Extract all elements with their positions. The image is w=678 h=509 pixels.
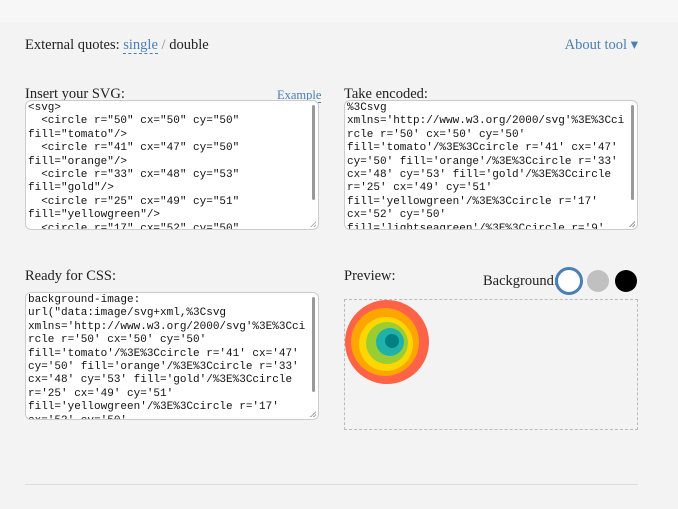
- background-swatch-gray[interactable]: [587, 270, 609, 292]
- quotes-double-option[interactable]: double: [169, 37, 208, 53]
- external-quotes-toggle: External quotes: single / double: [25, 37, 209, 54]
- background-swatch-white[interactable]: [555, 267, 583, 295]
- resize-grip-icon[interactable]: [310, 411, 316, 417]
- css-output-scrollbar[interactable]: [312, 297, 315, 392]
- ready-for-css-label: Ready for CSS:: [25, 268, 117, 284]
- encoded-output-box: [344, 100, 638, 230]
- resize-grip-icon[interactable]: [629, 221, 635, 227]
- quotes-separator: /: [161, 37, 166, 53]
- svg-input-textarea[interactable]: [26, 101, 318, 229]
- svg-input-scrollbar[interactable]: [312, 105, 315, 200]
- about-tool-link[interactable]: About tool ▾: [565, 37, 638, 54]
- footer-divider: [25, 484, 638, 485]
- top-strip: [0, 0, 678, 22]
- quotes-single-option[interactable]: single: [123, 37, 158, 54]
- resize-grip-icon[interactable]: [310, 221, 316, 227]
- encoded-output-scrollbar[interactable]: [631, 105, 634, 200]
- svg-input-box: [25, 100, 319, 230]
- background-label: Background:: [483, 273, 558, 289]
- background-swatch-black[interactable]: [615, 270, 637, 292]
- preview-area: [344, 299, 638, 430]
- encoded-output-textarea[interactable]: [345, 101, 637, 229]
- preview-circle-teal: [385, 334, 399, 348]
- preview-svg-image: [345, 300, 429, 384]
- css-output-box: [25, 292, 319, 420]
- css-output-textarea[interactable]: [26, 293, 318, 419]
- external-quotes-label: External quotes:: [25, 37, 120, 53]
- preview-label: Preview:: [344, 268, 396, 284]
